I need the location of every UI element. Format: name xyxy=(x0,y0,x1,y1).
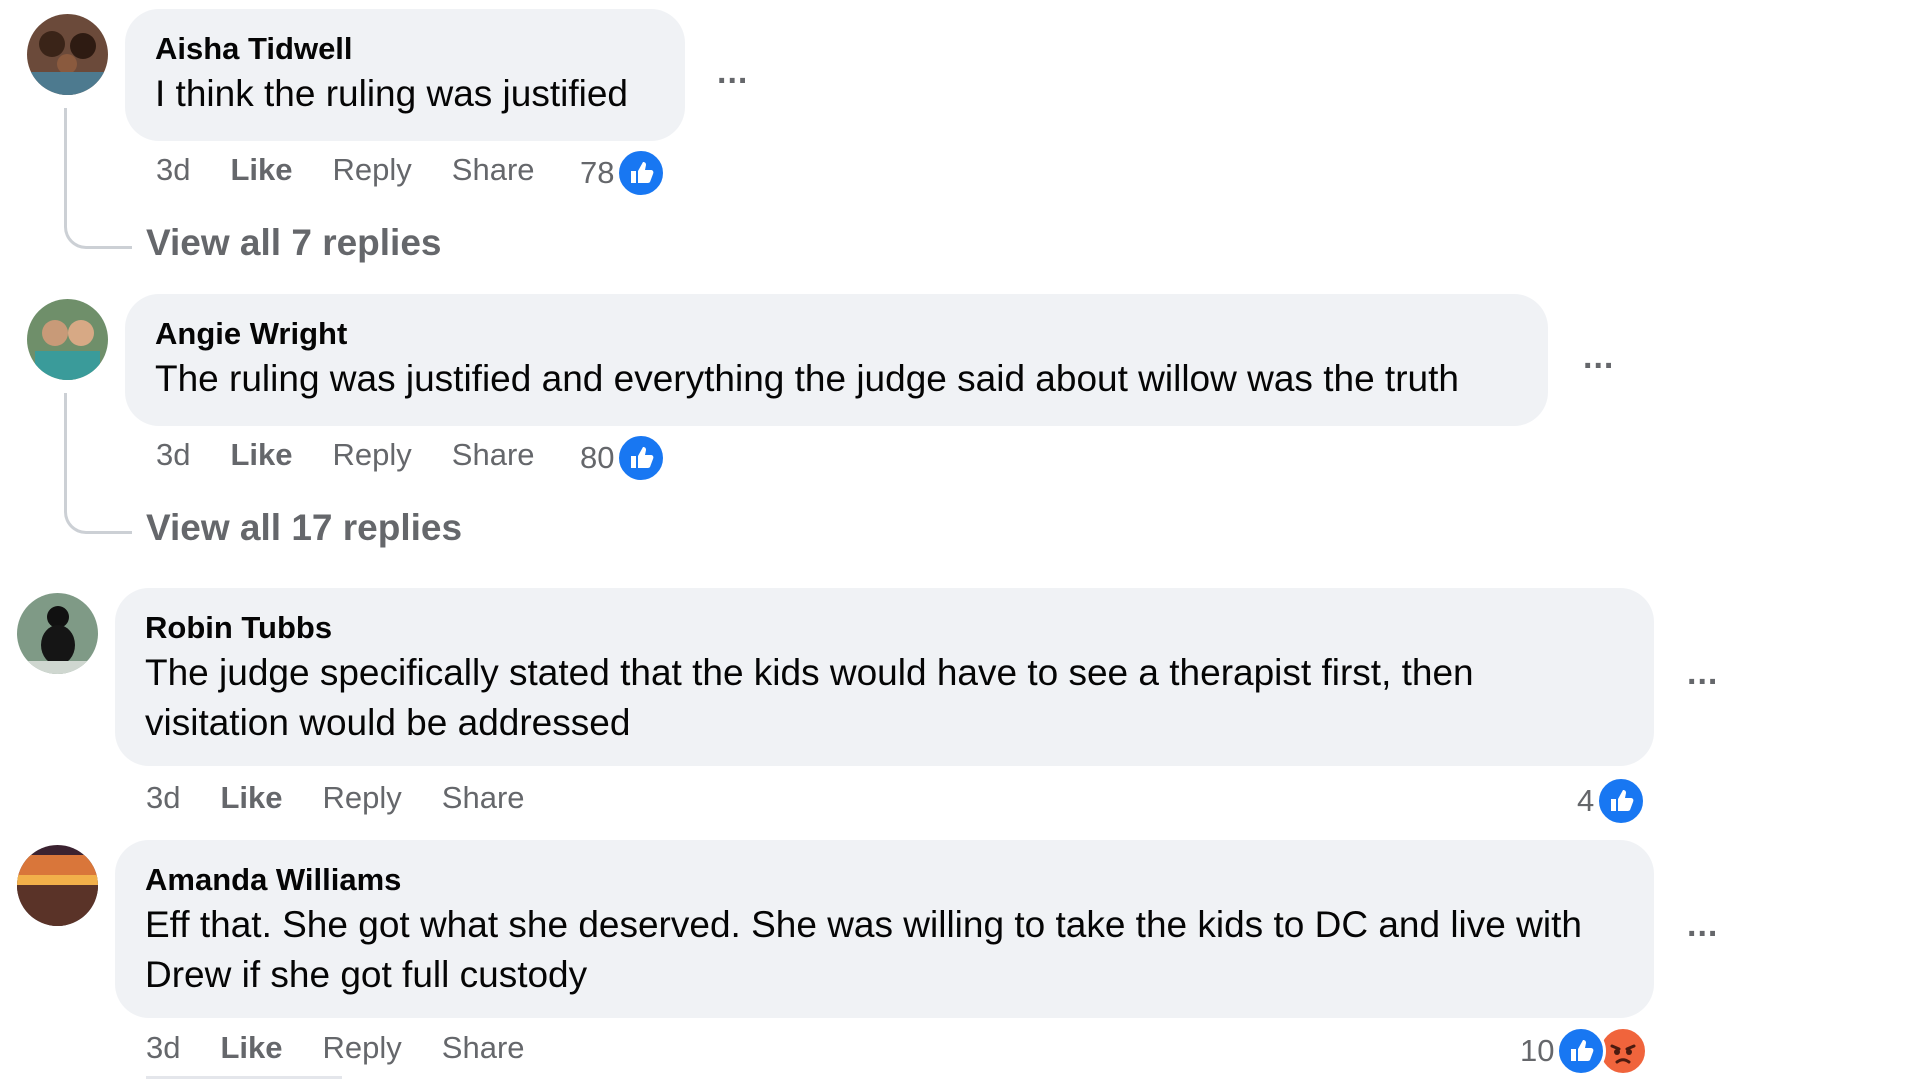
comment-timestamp[interactable]: 3d xyxy=(156,437,190,473)
avatar[interactable] xyxy=(17,845,98,926)
comment-timestamp[interactable]: 3d xyxy=(146,780,180,816)
divider xyxy=(146,1076,342,1079)
share-button[interactable]: Share xyxy=(442,780,525,816)
like-reaction-icon xyxy=(1556,1026,1607,1076)
more-options-button[interactable]: ... xyxy=(1583,340,1614,374)
share-button[interactable]: Share xyxy=(452,152,535,188)
reaction-summary[interactable]: 4 xyxy=(1577,776,1647,826)
view-replies-link[interactable]: View all 17 replies xyxy=(146,507,462,549)
avatar[interactable] xyxy=(17,593,98,674)
comment-bubble: Angie Wright The ruling was justified an… xyxy=(125,294,1548,426)
comment-text: Eff that. She got what she deserved. She… xyxy=(145,904,1582,995)
comment-text: The ruling was justified and everything … xyxy=(155,358,1459,399)
like-reaction-icon xyxy=(616,433,667,483)
reply-button[interactable]: Reply xyxy=(323,780,402,816)
avatar-photo xyxy=(27,14,108,95)
avatar[interactable] xyxy=(27,14,108,95)
reaction-summary[interactable]: 80 xyxy=(580,433,667,483)
like-reaction-icon xyxy=(1596,776,1647,826)
share-button[interactable]: Share xyxy=(452,437,535,473)
comment-actions: 3d Like Reply Share xyxy=(146,780,565,816)
comment-actions: 3d Like Reply Share xyxy=(146,1030,565,1066)
comment-bubble: Amanda Williams Eff that. She got what s… xyxy=(115,840,1654,1018)
reaction-count: 4 xyxy=(1577,783,1595,818)
reaction-count: 80 xyxy=(580,440,615,475)
reaction-count: 78 xyxy=(580,155,615,190)
avatar-photo xyxy=(17,593,98,674)
avatar[interactable] xyxy=(27,299,108,380)
comment-author[interactable]: Aisha Tidwell xyxy=(155,31,655,67)
more-options-button[interactable]: ... xyxy=(1687,656,1718,690)
comment-author[interactable]: Amanda Williams xyxy=(145,862,1624,898)
view-replies-link[interactable]: View all 7 replies xyxy=(146,222,442,264)
comment-timestamp[interactable]: 3d xyxy=(156,152,190,188)
like-button[interactable]: Like xyxy=(230,437,292,473)
reply-button[interactable]: Reply xyxy=(333,437,412,473)
like-reaction-icon xyxy=(616,148,667,198)
reaction-count: 10 xyxy=(1520,1033,1555,1068)
comment-timestamp[interactable]: 3d xyxy=(146,1030,180,1066)
more-options-button[interactable]: ... xyxy=(1687,908,1718,942)
more-options-button[interactable]: ... xyxy=(717,55,748,89)
comment-bubble: Robin Tubbs The judge specifically state… xyxy=(115,588,1654,766)
reply-button[interactable]: Reply xyxy=(333,152,412,188)
comment-bubble: Aisha Tidwell I think the ruling was jus… xyxy=(125,9,685,141)
comment-author[interactable]: Angie Wright xyxy=(155,316,1518,352)
reaction-summary[interactable]: 78 xyxy=(580,148,667,198)
reply-button[interactable]: Reply xyxy=(323,1030,402,1066)
thread-connector xyxy=(64,393,132,534)
like-button[interactable]: Like xyxy=(230,152,292,188)
like-button[interactable]: Like xyxy=(220,1030,282,1066)
avatar-photo xyxy=(17,845,98,926)
comment-actions: 3d Like Reply Share xyxy=(156,152,575,188)
thread-connector xyxy=(64,108,132,249)
comment-text: I think the ruling was justified xyxy=(155,73,629,114)
comment-text: The judge specifically stated that the k… xyxy=(145,652,1474,743)
comment-author[interactable]: Robin Tubbs xyxy=(145,610,1624,646)
avatar-photo xyxy=(27,299,108,380)
share-button[interactable]: Share xyxy=(442,1030,525,1066)
comment-actions: 3d Like Reply Share xyxy=(156,437,575,473)
reaction-summary[interactable]: 10 xyxy=(1520,1026,1649,1076)
like-button[interactable]: Like xyxy=(220,780,282,816)
